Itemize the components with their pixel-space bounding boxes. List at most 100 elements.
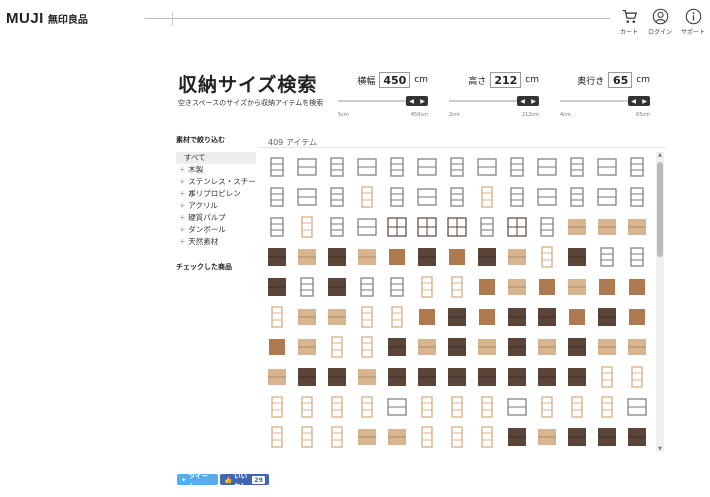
product-thumbnail[interactable] (622, 182, 652, 212)
scroll-up-icon[interactable]: ▲ (656, 152, 664, 158)
product-thumbnail[interactable] (322, 182, 352, 212)
muji-logo[interactable]: MUJI 無印良品 (6, 10, 88, 27)
product-thumbnail[interactable] (622, 302, 652, 332)
checked-items-heading[interactable]: チェックした商品 (176, 262, 256, 272)
product-thumbnail[interactable] (412, 392, 442, 422)
product-thumbnail[interactable] (352, 212, 382, 242)
product-thumbnail[interactable] (442, 392, 472, 422)
product-thumbnail[interactable] (472, 302, 502, 332)
product-thumbnail[interactable] (322, 362, 352, 392)
login-button[interactable]: ログイン (645, 8, 675, 36)
filter-item-wood[interactable]: + 木製 (176, 164, 256, 176)
product-thumbnail[interactable] (592, 242, 622, 272)
product-thumbnail[interactable] (472, 182, 502, 212)
height-slider-handle[interactable]: ◀ ▶ (517, 96, 539, 106)
product-thumbnail[interactable] (442, 422, 472, 452)
product-thumbnail[interactable] (292, 182, 322, 212)
product-thumbnail[interactable] (472, 242, 502, 272)
product-thumbnail[interactable] (562, 212, 592, 242)
product-thumbnail[interactable] (352, 422, 382, 452)
product-thumbnail[interactable] (622, 422, 652, 452)
product-thumbnail[interactable] (562, 422, 592, 452)
product-thumbnail[interactable] (262, 302, 292, 332)
product-thumbnail[interactable] (472, 392, 502, 422)
tweet-button[interactable]: ✦ ツイート (177, 472, 218, 490)
product-thumbnail[interactable] (382, 182, 412, 212)
product-thumbnail[interactable] (562, 152, 592, 182)
product-thumbnail[interactable] (262, 392, 292, 422)
product-thumbnail[interactable] (412, 182, 442, 212)
depth-input[interactable]: 65 (608, 72, 633, 88)
filter-item-natural[interactable]: + 天然素材 (176, 236, 256, 248)
results-scrollbar[interactable]: ▲ ▼ (656, 152, 664, 452)
product-thumbnail[interactable] (592, 422, 622, 452)
product-thumbnail[interactable] (292, 272, 322, 302)
width-input[interactable]: 450 (379, 72, 411, 88)
product-thumbnail[interactable] (412, 302, 442, 332)
product-thumbnail[interactable] (592, 182, 622, 212)
product-thumbnail[interactable] (502, 212, 532, 242)
product-thumbnail[interactable] (472, 362, 502, 392)
product-thumbnail[interactable] (622, 272, 652, 302)
product-thumbnail[interactable] (442, 242, 472, 272)
product-thumbnail[interactable] (352, 242, 382, 272)
product-thumbnail[interactable] (502, 242, 532, 272)
product-thumbnail[interactable] (532, 272, 562, 302)
product-thumbnail[interactable] (592, 212, 622, 242)
product-thumbnail[interactable] (502, 302, 532, 332)
product-thumbnail[interactable] (532, 392, 562, 422)
depth-slider-handle[interactable]: ◀ ▶ (628, 96, 650, 106)
product-thumbnail[interactable] (352, 302, 382, 332)
product-thumbnail[interactable] (532, 302, 562, 332)
product-thumbnail[interactable] (262, 152, 292, 182)
depth-slider[interactable]: ◀ ▶ (560, 96, 650, 106)
product-thumbnail[interactable] (382, 242, 412, 272)
product-thumbnail[interactable] (322, 422, 352, 452)
product-thumbnail[interactable] (412, 332, 442, 362)
product-thumbnail[interactable] (382, 332, 412, 362)
product-thumbnail[interactable] (292, 332, 322, 362)
height-slider[interactable]: ◀ ▶ (449, 96, 539, 106)
scrollbar-thumb[interactable] (657, 162, 663, 257)
cart-button[interactable]: カート (614, 8, 644, 36)
product-thumbnail[interactable] (472, 152, 502, 182)
product-thumbnail[interactable] (262, 182, 292, 212)
product-thumbnail[interactable] (442, 362, 472, 392)
product-thumbnail[interactable] (562, 242, 592, 272)
product-thumbnail[interactable] (382, 422, 412, 452)
product-thumbnail[interactable] (622, 212, 652, 242)
product-thumbnail[interactable] (442, 152, 472, 182)
product-thumbnail[interactable] (292, 392, 322, 422)
product-thumbnail[interactable] (502, 152, 532, 182)
product-thumbnail[interactable] (262, 422, 292, 452)
product-thumbnail[interactable] (262, 242, 292, 272)
product-thumbnail[interactable] (412, 362, 442, 392)
product-thumbnail[interactable] (532, 182, 562, 212)
product-thumbnail[interactable] (622, 362, 652, 392)
product-thumbnail[interactable] (292, 302, 322, 332)
product-thumbnail[interactable] (442, 272, 472, 302)
product-thumbnail[interactable] (352, 182, 382, 212)
product-thumbnail[interactable] (532, 212, 562, 242)
product-thumbnail[interactable] (562, 362, 592, 392)
product-thumbnail[interactable] (322, 212, 352, 242)
product-thumbnail[interactable] (412, 212, 442, 242)
scroll-down-icon[interactable]: ▼ (656, 446, 664, 452)
product-thumbnail[interactable] (442, 212, 472, 242)
support-button[interactable]: サポート (678, 8, 708, 36)
product-thumbnail[interactable] (472, 212, 502, 242)
product-thumbnail[interactable] (382, 212, 412, 242)
product-thumbnail[interactable] (442, 332, 472, 362)
product-thumbnail[interactable] (562, 182, 592, 212)
product-thumbnail[interactable] (322, 272, 352, 302)
product-thumbnail[interactable] (412, 272, 442, 302)
product-thumbnail[interactable] (292, 212, 322, 242)
product-thumbnail[interactable] (322, 302, 352, 332)
product-thumbnail[interactable] (382, 362, 412, 392)
product-thumbnail[interactable] (292, 422, 322, 452)
product-thumbnail[interactable] (592, 362, 622, 392)
product-thumbnail[interactable] (352, 152, 382, 182)
product-thumbnail[interactable] (352, 272, 382, 302)
product-thumbnail[interactable] (412, 422, 442, 452)
product-thumbnail[interactable] (412, 242, 442, 272)
